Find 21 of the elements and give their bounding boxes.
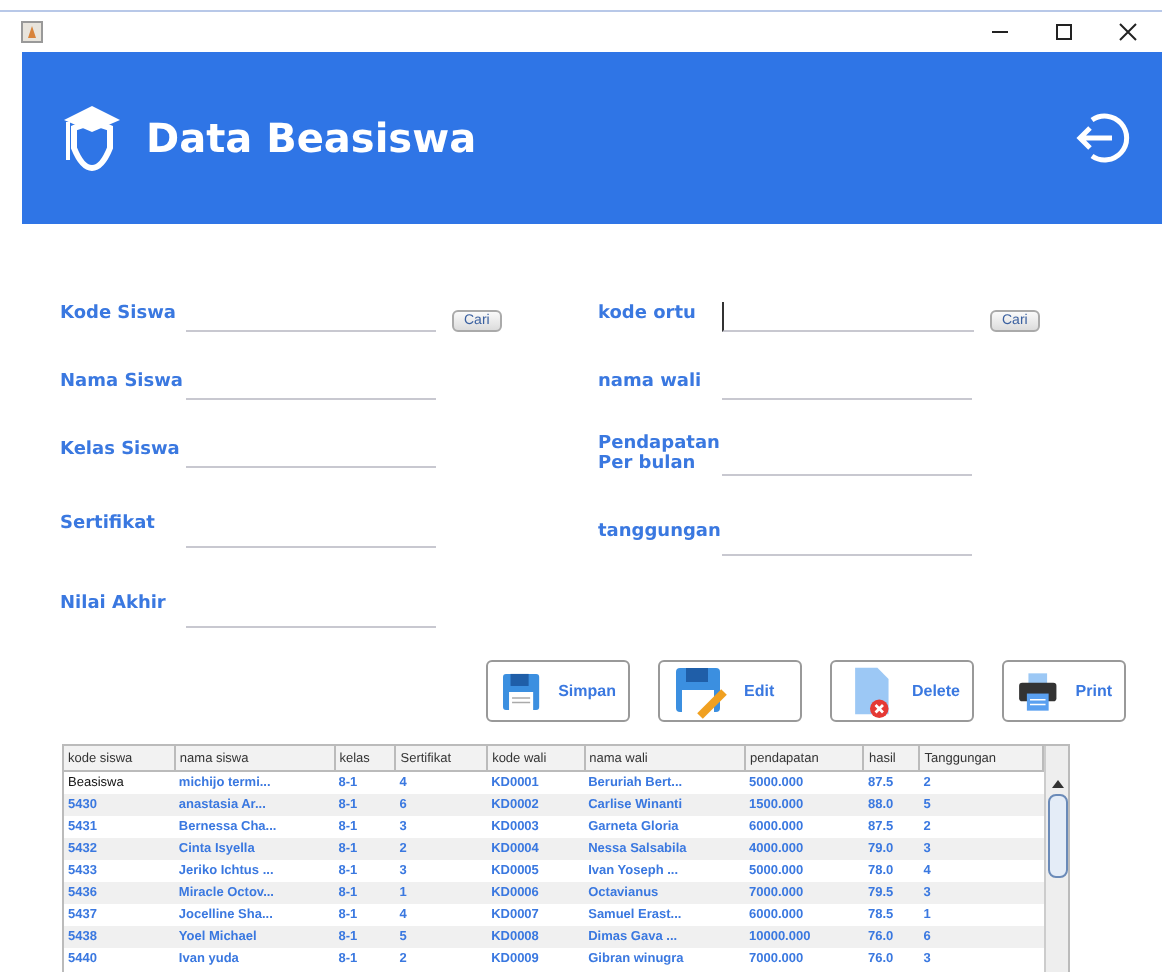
maximize-icon[interactable]	[1054, 22, 1074, 42]
field-label: Sertifikat	[60, 514, 157, 534]
field-label: Pendapatan Per bulan	[598, 434, 722, 474]
field-label: Kelas Siswa	[60, 440, 182, 460]
action-button[interactable]: Edit	[658, 660, 802, 722]
graduate-icon	[62, 104, 122, 172]
field-label: tanggungan	[598, 522, 722, 542]
field-label: Nilai Akhir	[60, 594, 168, 614]
action-button[interactable]: Simpan	[486, 660, 630, 722]
app-title: Data Beasiswa	[146, 114, 477, 162]
field-label: Nama Siswa	[60, 372, 186, 392]
scrollbar[interactable]	[1044, 746, 1068, 972]
action-button[interactable]: Print	[1002, 660, 1126, 722]
logout-icon[interactable]	[1074, 110, 1130, 166]
field-label: nama wali	[598, 372, 704, 392]
action-button[interactable]: Delete	[830, 660, 974, 722]
field-label: kode ortu	[598, 304, 698, 324]
close-icon[interactable]	[1118, 22, 1138, 42]
app-icon	[20, 20, 44, 44]
floppy-pencil-icon	[672, 663, 728, 719]
field-label: Kode Siswa	[60, 304, 178, 324]
